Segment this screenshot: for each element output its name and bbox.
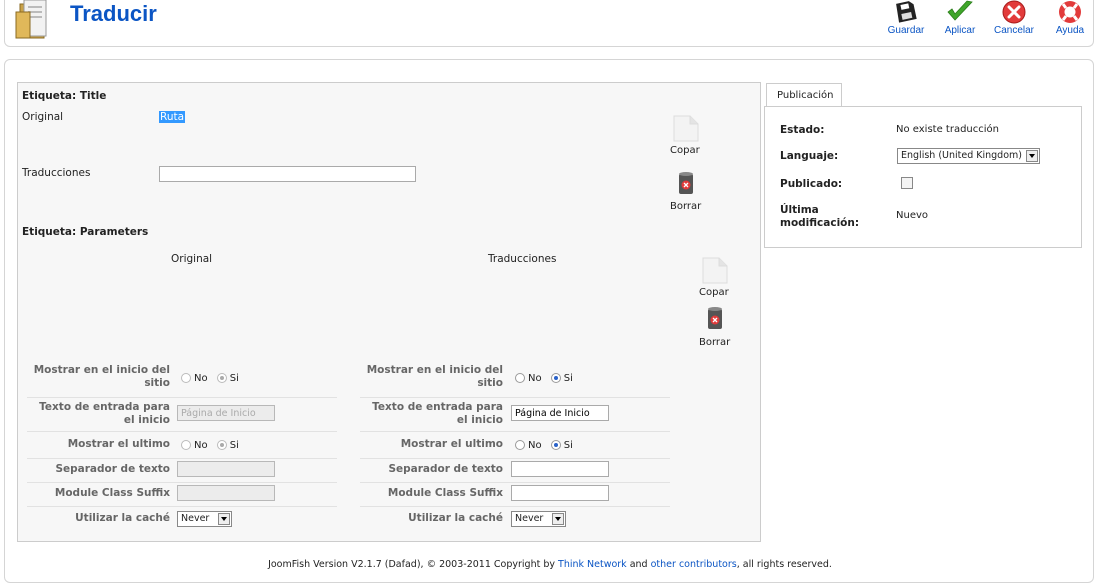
think-network-link[interactable]: Think Network	[558, 559, 627, 570]
param-label-show-home: Mostrar en el inicio del sitio	[33, 364, 170, 389]
radio-si	[216, 373, 227, 383]
trash-icon	[708, 307, 722, 329]
document-icon	[673, 115, 699, 142]
row-divider	[27, 397, 337, 398]
estado-value: No existe traducción	[896, 124, 999, 135]
title-field-label: Etiqueta: Title	[22, 90, 107, 102]
row-divider	[27, 506, 337, 507]
published-checkbox[interactable]	[901, 177, 913, 189]
radio-si[interactable]	[550, 440, 561, 450]
chevron-down-icon[interactable]	[1026, 150, 1038, 162]
save-label: Guardar	[887, 25, 925, 36]
row-divider	[360, 482, 670, 483]
translate-page-icon	[14, 0, 58, 40]
param-label-separator: Separador de texto	[55, 463, 170, 475]
param-label-show-home-translation: Mostrar en el inicio del sitio	[366, 364, 503, 389]
class-suffix-original-input	[177, 485, 275, 501]
row-divider	[360, 431, 670, 432]
radio-no[interactable]	[515, 440, 525, 450]
tab-publicacion[interactable]: Publicación	[766, 83, 842, 107]
home-text-translation-input[interactable]	[511, 405, 609, 421]
copy-title-label[interactable]: Copar	[670, 145, 700, 156]
delete-title-button[interactable]	[677, 171, 695, 198]
cancel-button[interactable]: Cancelar	[990, 0, 1038, 36]
row-divider	[27, 482, 337, 483]
parameters-field-label: Etiqueta: Parameters	[22, 226, 149, 238]
param-label-home-text: Texto de entrada para el inicio	[39, 401, 170, 426]
param-label-home-text-translation: Texto de entrada para el inicio	[372, 401, 503, 426]
home-text-original-input	[177, 405, 275, 421]
original-value-text: Ruta	[159, 111, 186, 123]
apply-label: Aplicar	[944, 25, 976, 36]
copy-title-button[interactable]	[670, 114, 700, 145]
cancel-label: Cancelar	[993, 25, 1035, 36]
delete-params-label[interactable]: Borrar	[699, 337, 730, 348]
cancel-icon	[1002, 0, 1026, 24]
modified-label: Última modificación:	[780, 204, 860, 229]
row-divider	[27, 431, 337, 432]
copy-params-button[interactable]	[699, 256, 729, 287]
radio-no[interactable]	[515, 373, 525, 383]
trash-icon	[679, 172, 693, 194]
param-label-cache: Utilizar la caché	[75, 512, 170, 524]
radio-si[interactable]	[550, 373, 561, 383]
row-divider	[27, 458, 337, 459]
toolbar-header	[4, 0, 1094, 47]
show-last-original-radios: No Si	[181, 440, 245, 451]
params-translations-header: Traducciones	[488, 253, 557, 265]
row-divider	[360, 506, 670, 507]
save-button[interactable]: Guardar	[882, 0, 930, 36]
copy-params-label[interactable]: Copar	[699, 287, 729, 298]
radio-no	[181, 440, 191, 450]
language-label: Languaje:	[780, 150, 839, 162]
row-divider	[360, 397, 670, 398]
checkmark-icon	[947, 0, 973, 21]
show-last-translation-radios: No Si	[515, 440, 579, 451]
document-icon	[702, 257, 728, 284]
params-original-header: Original	[171, 253, 213, 265]
separator-original-input	[177, 461, 275, 477]
show-home-translation-radios: No Si	[515, 373, 579, 384]
estado-label: Estado:	[780, 124, 825, 136]
lifebuoy-icon	[1059, 1, 1081, 23]
param-label-class-suffix: Module Class Suffix	[54, 487, 170, 499]
original-value: Ruta	[159, 111, 186, 123]
delete-params-button[interactable]	[706, 306, 724, 333]
page-title: Traducir	[70, 1, 157, 26]
radio-si	[216, 440, 227, 450]
show-home-original-radios: No Si	[181, 373, 245, 384]
published-label: Publicado:	[780, 178, 843, 190]
separator-translation-input[interactable]	[511, 461, 609, 477]
other-contributors-link[interactable]: other contributors	[651, 559, 737, 570]
apply-button[interactable]: Aplicar	[936, 0, 984, 36]
translations-label: Traducciones	[22, 167, 91, 179]
param-label-show-last-translation: Mostrar el ultimo	[400, 438, 503, 450]
class-suffix-translation-input[interactable]	[511, 485, 609, 501]
delete-title-label[interactable]: Borrar	[670, 201, 701, 212]
chevron-down-icon	[218, 513, 230, 525]
param-label-class-suffix-translation: Module Class Suffix	[387, 487, 503, 499]
footer: JoomFish Version V2.1.7 (Dafad), © 2003-…	[268, 559, 832, 570]
language-select[interactable]: English (United Kingdom)	[897, 148, 1040, 164]
chevron-down-icon[interactable]	[552, 513, 564, 525]
floppy-icon	[896, 1, 917, 23]
param-label-cache-translation: Utilizar la caché	[408, 512, 503, 524]
cache-translation-select[interactable]: Never	[511, 511, 566, 527]
original-label: Original	[22, 111, 64, 123]
title-translation-input[interactable]	[159, 166, 416, 182]
help-label: Ayuda	[1055, 25, 1085, 36]
param-label-separator-translation: Separador de texto	[388, 463, 503, 475]
param-label-show-last: Mostrar el ultimo	[67, 438, 170, 450]
modified-value: Nuevo	[896, 210, 929, 221]
radio-no	[181, 373, 191, 383]
help-button[interactable]: Ayuda	[1046, 0, 1094, 36]
cache-original-select: Never	[177, 511, 232, 527]
row-divider	[360, 458, 670, 459]
